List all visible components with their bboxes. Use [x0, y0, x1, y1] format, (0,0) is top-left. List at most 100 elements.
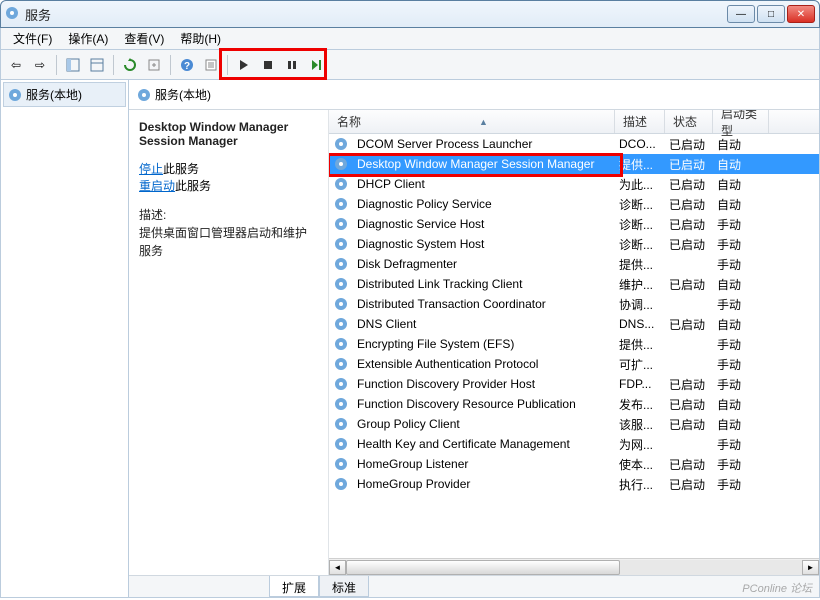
menu-view[interactable]: 查看(V): [116, 28, 172, 49]
service-row[interactable]: HomeGroup Listener使本...已启动手动: [329, 454, 819, 474]
service-rows[interactable]: DCOM Server Process LauncherDCO...已启动自动D…: [329, 134, 819, 558]
menu-file[interactable]: 文件(F): [5, 28, 60, 49]
service-row[interactable]: Desktop Window Manager Session Manager提供…: [329, 154, 819, 174]
gear-icon: [333, 436, 349, 452]
scroll-thumb[interactable]: [346, 560, 620, 575]
service-row[interactable]: Function Discovery Provider HostFDP...已启…: [329, 374, 819, 394]
refresh-button[interactable]: [119, 54, 141, 76]
col-header-name[interactable]: 名称▲: [329, 110, 615, 133]
service-start: 自动: [713, 196, 769, 213]
back-button[interactable]: ⇦: [5, 54, 27, 76]
tree-root-services-local[interactable]: 服务(本地): [3, 82, 126, 107]
service-status: 已启动: [665, 196, 713, 213]
separator: [56, 55, 57, 75]
service-row[interactable]: Encrypting File System (EFS)提供...手动: [329, 334, 819, 354]
service-name: Distributed Transaction Coordinator: [353, 297, 615, 311]
service-name: Group Policy Client: [353, 417, 615, 431]
service-desc: 诊断...: [615, 196, 665, 213]
separator: [227, 55, 228, 75]
service-start: 自动: [713, 156, 769, 173]
right-pane: 服务(本地) Desktop Window Manager Session Ma…: [129, 80, 819, 597]
start-service-button[interactable]: [233, 54, 255, 76]
help-button[interactable]: ?: [176, 54, 198, 76]
menu-help[interactable]: 帮助(H): [172, 28, 229, 49]
service-row[interactable]: Extensible Authentication Protocol可扩...手…: [329, 354, 819, 374]
service-row[interactable]: Disk Defragmenter提供...手动: [329, 254, 819, 274]
service-row[interactable]: Diagnostic Policy Service诊断...已启动自动: [329, 194, 819, 214]
show-hide-tree-button[interactable]: [62, 54, 84, 76]
scroll-track[interactable]: [346, 560, 802, 575]
service-name: Desktop Window Manager Session Manager: [353, 157, 615, 171]
service-desc: 发布...: [615, 396, 665, 413]
col-header-desc[interactable]: 描述: [615, 110, 665, 133]
service-start: 自动: [713, 416, 769, 433]
close-button[interactable]: ✕: [787, 5, 815, 23]
title-bar: 服务 — □ ✕: [0, 0, 820, 28]
menu-bar: 文件(F) 操作(A) 查看(V) 帮助(H): [0, 28, 820, 50]
service-row[interactable]: Diagnostic System Host诊断...已启动手动: [329, 234, 819, 254]
service-row[interactable]: DNS ClientDNS...已启动自动: [329, 314, 819, 334]
services-icon: [5, 6, 21, 22]
stop-service-link[interactable]: 停止: [139, 162, 163, 176]
service-status: 已启动: [665, 316, 713, 333]
restart-service-link[interactable]: 重启动: [139, 179, 175, 193]
stop-service-button[interactable]: [257, 54, 279, 76]
restart-service-button[interactable]: [305, 54, 327, 76]
service-name: DNS Client: [353, 317, 615, 331]
service-detail-pane: Desktop Window Manager Session Manager 停…: [129, 110, 329, 575]
tab-standard[interactable]: 标准: [319, 576, 369, 597]
service-desc: 该服...: [615, 416, 665, 433]
forward-button[interactable]: ⇨: [29, 54, 51, 76]
horizontal-scrollbar[interactable]: ◄ ►: [329, 558, 819, 575]
gear-icon: [333, 416, 349, 432]
service-name: DCOM Server Process Launcher: [353, 137, 615, 151]
service-desc: DNS...: [615, 317, 665, 331]
service-status: 已启动: [665, 276, 713, 293]
service-desc: 诊断...: [615, 236, 665, 253]
service-row[interactable]: DHCP Client为此...已启动自动: [329, 174, 819, 194]
col-header-status[interactable]: 状态: [665, 110, 713, 133]
menu-action[interactable]: 操作(A): [60, 28, 116, 49]
service-status: 已启动: [665, 156, 713, 173]
scroll-left-button[interactable]: ◄: [329, 560, 346, 575]
left-tree-pane: 服务(本地): [1, 80, 129, 597]
pause-service-button[interactable]: [281, 54, 303, 76]
service-row[interactable]: Group Policy Client该服...已启动自动: [329, 414, 819, 434]
column-headers: 名称▲ 描述 状态 启动类型: [329, 110, 819, 134]
toolbar-button-2[interactable]: [86, 54, 108, 76]
separator: [170, 55, 171, 75]
gear-icon: [8, 88, 22, 102]
service-desc: 诊断...: [615, 216, 665, 233]
gear-icon: [333, 376, 349, 392]
tab-extended[interactable]: 扩展: [269, 576, 319, 597]
minimize-button[interactable]: —: [727, 5, 755, 23]
scroll-right-button[interactable]: ►: [802, 560, 819, 575]
gear-icon: [333, 456, 349, 472]
service-row[interactable]: Health Key and Certificate Management为网.…: [329, 434, 819, 454]
service-status: 已启动: [665, 476, 713, 493]
export-button[interactable]: [143, 54, 165, 76]
properties-button[interactable]: [200, 54, 222, 76]
service-row[interactable]: Function Discovery Resource Publication发…: [329, 394, 819, 414]
service-start: 手动: [713, 436, 769, 453]
service-desc: 维护...: [615, 276, 665, 293]
service-start: 手动: [713, 216, 769, 233]
service-row[interactable]: Diagnostic Service Host诊断...已启动手动: [329, 214, 819, 234]
service-status: 已启动: [665, 416, 713, 433]
service-status: 已启动: [665, 456, 713, 473]
service-row[interactable]: Distributed Transaction Coordinator协调...…: [329, 294, 819, 314]
service-name: HomeGroup Provider: [353, 477, 615, 491]
right-header-label: 服务(本地): [155, 86, 211, 103]
service-start: 手动: [713, 376, 769, 393]
window-buttons: — □ ✕: [727, 5, 815, 23]
service-name: Disk Defragmenter: [353, 257, 615, 271]
service-row[interactable]: HomeGroup Provider执行...已启动手动: [329, 474, 819, 494]
maximize-button[interactable]: □: [757, 5, 785, 23]
gear-icon: [333, 476, 349, 492]
col-header-start[interactable]: 启动类型: [713, 110, 769, 133]
service-desc: 协调...: [615, 296, 665, 313]
service-row[interactable]: Distributed Link Tracking Client维护...已启动…: [329, 274, 819, 294]
gear-icon: [333, 296, 349, 312]
service-row[interactable]: DCOM Server Process LauncherDCO...已启动自动: [329, 134, 819, 154]
gear-icon: [333, 156, 349, 172]
